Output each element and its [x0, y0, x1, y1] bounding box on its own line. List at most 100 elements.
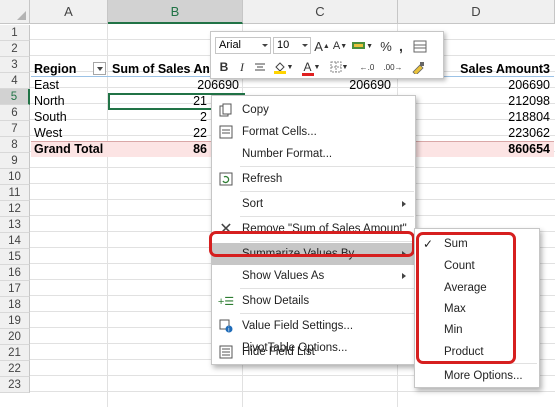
value-cell[interactable]: 22 [109, 125, 210, 141]
menu-item-label: Copy [242, 104, 269, 116]
value-cell[interactable]: 2 [109, 109, 210, 125]
row-header[interactable]: 1 [0, 25, 30, 41]
menu-item-label: Show Values As [242, 270, 325, 282]
menu-separator [240, 313, 414, 314]
comma-style-button[interactable]: , [395, 37, 407, 55]
value-cell[interactable]: 206690 [109, 77, 242, 93]
region-cell[interactable]: East [31, 77, 107, 93]
clear-format-button[interactable] [409, 58, 427, 76]
menu-separator [240, 288, 414, 289]
grand-total-value[interactable]: 860654 [416, 141, 553, 157]
menu-separator [240, 166, 414, 167]
row-header[interactable]: 16 [0, 265, 30, 281]
value-cell[interactable]: 218804 [416, 109, 553, 125]
row-header[interactable]: 7 [0, 121, 30, 137]
format-cells-icon [218, 124, 234, 140]
value-cell[interactable]: 212098 [416, 93, 553, 109]
row-header[interactable]: 8 [0, 137, 30, 153]
font-size-value: 10 [277, 39, 290, 51]
menu-item-refresh[interactable]: Refresh [212, 168, 415, 190]
font-size-box[interactable]: 10 [273, 37, 311, 54]
menu-item-copy[interactable]: Copy [212, 99, 415, 121]
row-header[interactable]: 12 [0, 201, 30, 217]
decrease-decimal-button[interactable]: .00→ [381, 58, 405, 76]
grand-total-value[interactable]: 86 [109, 141, 210, 157]
format-painter-button[interactable] [411, 37, 429, 55]
menu-item-label: Value Field Settings... [242, 320, 354, 332]
row-header[interactable]: 13 [0, 217, 30, 233]
row-header[interactable]: 6 [0, 105, 30, 121]
menu-item-format-cells[interactable]: Format Cells... [212, 121, 415, 143]
region-header: Region [34, 62, 77, 76]
region-filter-button[interactable] [93, 62, 106, 75]
italic-button[interactable]: I [235, 58, 249, 76]
highlight-submenu-functions [416, 232, 516, 364]
region-cell[interactable]: North [31, 93, 107, 109]
row-header[interactable]: 5 [0, 89, 30, 105]
menu-item-show-values-as[interactable]: Show Values As [212, 265, 415, 287]
accounting-format-icon [352, 41, 365, 49]
value-cell[interactable]: 223062 [416, 125, 553, 141]
menu-item-label: Format Cells... [242, 126, 317, 138]
value-cell[interactable]: 206690 [416, 77, 553, 93]
borders-button[interactable]: ▼ [327, 58, 351, 76]
submenu-item-more-options[interactable]: More Options... [415, 366, 539, 387]
menu-item-show-details[interactable]: +☰ Show Details [212, 290, 415, 312]
font-name-value: Arial [219, 39, 242, 51]
fill-color-button[interactable]: ▼ [271, 58, 295, 76]
refresh-icon [218, 171, 234, 187]
format-painter-icon [412, 61, 424, 74]
menu-item-label: Show Details [242, 295, 310, 307]
row-header[interactable]: 11 [0, 185, 30, 201]
row-header[interactable]: 21 [0, 345, 30, 361]
column-header-b[interactable]: B [108, 0, 243, 24]
value-field-settings-icon: i [218, 318, 234, 334]
menu-item-sort[interactable]: Sort [212, 193, 415, 215]
chevron-down-icon [96, 66, 103, 71]
font-name-box[interactable]: Arial [215, 37, 271, 54]
row-header[interactable]: 3 [0, 57, 30, 73]
row-header[interactable]: 22 [0, 361, 30, 377]
align-center-button[interactable] [253, 58, 267, 76]
row-header[interactable]: 19 [0, 313, 30, 329]
accounting-format-button[interactable]: ▼ [351, 37, 373, 55]
row-header[interactable]: 2 [0, 41, 30, 57]
column-header-a[interactable]: A [30, 0, 108, 24]
row-header[interactable]: 20 [0, 329, 30, 345]
grand-total-label[interactable]: Grand Total [31, 141, 111, 157]
row-header[interactable]: 15 [0, 249, 30, 265]
column-header-d[interactable]: D [398, 0, 555, 24]
row-header[interactable]: 10 [0, 169, 30, 185]
row-header[interactable]: 4 [0, 73, 30, 89]
shrink-font-button[interactable]: A ▼ [333, 37, 347, 55]
row-header[interactable]: 9 [0, 153, 30, 169]
percent-style-button[interactable]: % [379, 37, 393, 55]
grow-font-button[interactable]: A ▲ [314, 37, 330, 55]
font-color-button[interactable]: A ▼ [299, 58, 323, 76]
value-cell[interactable]: 206690 [244, 77, 394, 93]
select-all-triangle [17, 11, 26, 20]
copy-icon [218, 102, 234, 118]
grow-font-icon: A [314, 38, 323, 54]
row-header[interactable]: 23 [0, 377, 30, 393]
context-menu: Copy Format Cells... Number Format... Re… [211, 95, 416, 365]
row-header[interactable]: 17 [0, 281, 30, 297]
chevron-right-icon [402, 201, 406, 207]
mini-toolbar: Arial 10 A ▲ A ▼ ▼ % , B I ▼ A ▼ ▼ ←.0 .00… [210, 31, 444, 79]
region-cell[interactable]: South [31, 109, 107, 125]
bold-button[interactable]: B [217, 58, 231, 76]
highlight-summarize-values-by [209, 231, 415, 257]
increase-decimal-button[interactable]: ←.0 [355, 58, 379, 76]
region-cell[interactable]: West [31, 125, 107, 141]
table-format-icon [413, 40, 427, 52]
shrink-font-icon: A [332, 40, 341, 52]
menu-item-label: Hide Field List [242, 346, 315, 358]
column-header-c[interactable]: C [243, 0, 398, 24]
menu-item-hide-field-list[interactable]: Hide Field List [212, 341, 415, 363]
row-header[interactable]: 14 [0, 233, 30, 249]
menu-item-number-format[interactable]: Number Format... [212, 143, 415, 165]
font-color-icon: A [303, 60, 312, 74]
menu-item-value-field-settings[interactable]: i Value Field Settings... [212, 315, 415, 337]
row-header[interactable]: 18 [0, 297, 30, 313]
select-all-corner[interactable] [0, 0, 30, 24]
